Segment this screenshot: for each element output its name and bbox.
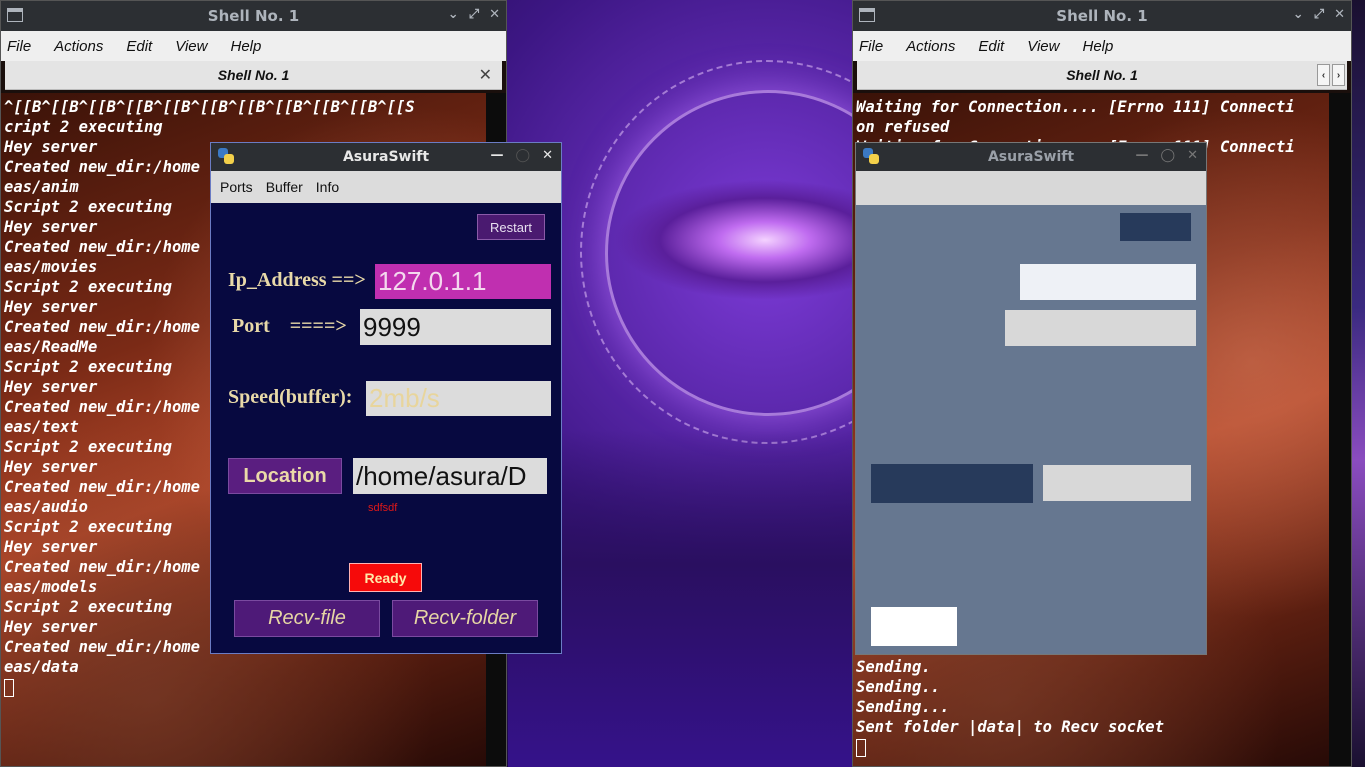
port-field[interactable]: 9999 [360,309,551,345]
close-icon[interactable]: ✕ [1187,148,1198,163]
terminal-cursor [856,738,866,757]
menu-file[interactable]: File [7,38,31,55]
port-label: Port ====> [232,315,347,337]
asuraswift-titlebar[interactable]: AsuraSwift — ◯ ✕ [856,143,1206,171]
right-terminal-titlebar[interactable]: Shell No. 1 ⌄ ⤢ ✕ [853,1,1351,31]
menu-view[interactable]: View [175,38,207,55]
menu-ports[interactable]: Ports [220,179,253,195]
tab-label: Shell No. 1 [1066,67,1138,83]
tab-label: Shell No. 1 [217,67,290,83]
terminal-cursor [4,678,14,697]
menu-actions[interactable]: Actions [54,38,103,55]
port-field-placeholder[interactable] [1005,310,1196,346]
close-icon[interactable]: ✕ [489,7,500,22]
right-terminal-scrollbar[interactable] [1329,93,1351,766]
left-terminal-titlebar[interactable]: Shell No. 1 ⌄ ⤢ ✕ [1,1,506,31]
recv-folder-button[interactable]: Recv-folder [392,600,538,637]
window-controls: — ◯ ✕ [1136,148,1198,163]
right-terminal-title: Shell No. 1 [1056,7,1148,25]
terminal-line: cript 2 executing [4,118,163,136]
asuraswift-menubar: Ports Buffer Info [211,171,561,203]
ip-address-field[interactable]: 127.0.1.1 [375,264,551,299]
maximize-icon[interactable]: ⤢ [469,7,479,22]
recv-file-button[interactable]: Recv-file [234,600,380,637]
asuraswift-menubar-empty [856,171,1206,205]
status-ready-badge: Ready [349,563,422,592]
terminal-line: eas/data [4,658,79,676]
menu-actions[interactable]: Actions [906,38,955,55]
terminal-line: on refused [856,118,950,136]
terminal-text-bottom: Sending. Sending.. Sending... Sent folder |… [856,657,1164,757]
location-field-placeholder[interactable] [1043,465,1191,501]
left-terminal-tab[interactable]: Shell No. 1 ✕ [5,61,502,90]
terminal-line: ^[[B^[[B^[[B^[[B^[[B^[[B^[[B^[[B^[[B^[[B… [4,98,415,116]
location-button-placeholder[interactable] [871,464,1033,503]
window-controls: ⌄ ⤢ ✕ [448,7,500,22]
menu-buffer[interactable]: Buffer [266,179,303,195]
maximize-icon[interactable]: ⤢ [1314,7,1324,22]
maximize-icon[interactable]: ◯ [1161,148,1176,163]
minimize-icon[interactable]: ⌄ [1293,7,1304,22]
right-terminal-tab[interactable]: Shell No. 1 ‹ › [857,61,1347,90]
menu-edit[interactable]: Edit [978,38,1004,55]
window-controls: — ◯ ✕ [491,148,553,163]
recv-button-placeholder[interactable] [871,607,957,646]
ip-address-field-placeholder[interactable] [1020,264,1196,300]
menu-help[interactable]: Help [230,38,261,55]
minimize-icon[interactable]: — [1136,148,1149,163]
terminal-line: Sending.. [856,678,940,696]
terminal-line: Sent folder |data| to Recv socket [856,718,1164,736]
right-terminal-menubar: File Actions Edit View Help [853,31,1351,61]
asuraswift-title: AsuraSwift [987,149,1075,165]
close-icon[interactable]: ✕ [1334,7,1345,22]
close-icon[interactable]: ✕ [542,148,553,163]
tab-scroll-controls: ‹ › [1317,64,1345,86]
tab-scroll-left-icon[interactable]: ‹ [1317,64,1330,86]
location-button[interactable]: Location [228,458,342,494]
error-text: sdfsdf [368,502,398,514]
tab-close-icon[interactable]: ✕ [479,65,492,85]
terminal-cursor-line [856,737,1164,757]
asuraswift-title: AsuraSwift [342,149,430,165]
asuraswift-titlebar[interactable]: AsuraSwift — ◯ ✕ [211,143,561,171]
restart-button-placeholder[interactable] [1120,213,1191,241]
ip-address-label: Ip_Address ==> [228,269,366,291]
menu-view[interactable]: View [1027,38,1059,55]
terminal-line: Sending. [856,658,931,676]
left-terminal-title: Shell No. 1 [207,7,300,25]
terminal-icon [7,8,23,22]
minimize-icon[interactable]: — [491,148,504,163]
maximize-icon[interactable]: ◯ [516,148,531,163]
terminal-line: Waiting for Connection.... [Errno 111] C… [856,98,1295,116]
minimize-icon[interactable]: ⌄ [448,7,459,22]
menu-edit[interactable]: Edit [126,38,152,55]
terminal-cursor-line [4,677,415,697]
terminal-line: Sending... [856,698,950,716]
terminal-icon [859,8,875,22]
menu-help[interactable]: Help [1082,38,1113,55]
speed-buffer-label: Speed(buffer): [228,386,353,408]
window-controls: ⌄ ⤢ ✕ [1293,7,1345,22]
speed-buffer-field[interactable]: 2mb/s [366,381,551,416]
asuraswift-window: AsuraSwift — ◯ ✕ Ports Buffer Info Resta… [210,142,562,654]
menu-file[interactable]: File [859,38,883,55]
left-terminal-menubar: File Actions Edit View Help [1,31,506,61]
python-icon [863,148,879,164]
tab-scroll-right-icon[interactable]: › [1332,64,1345,86]
asuraswift-window-blank: AsuraSwift — ◯ ✕ [855,142,1207,655]
location-field[interactable]: /home/asura/D [353,458,547,494]
menu-info[interactable]: Info [316,179,339,195]
python-icon [218,148,234,164]
restart-button[interactable]: Restart [477,214,545,240]
